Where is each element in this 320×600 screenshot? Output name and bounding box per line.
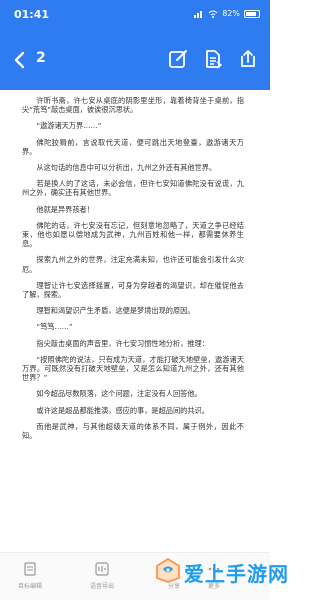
paragraph: 理智让许七安选择摇置，可身为穿越者的渴望识，却在催促他去了解，探索。 bbox=[22, 280, 244, 300]
paragraph: 理智和渴望识产生矛盾，这便是梦境出现的原因。 bbox=[36, 306, 195, 316]
paragraph: “遨游诸天万界……” bbox=[36, 121, 102, 131]
signal-icon bbox=[194, 10, 203, 18]
document-edit-icon bbox=[24, 562, 36, 576]
paragraph: 如今超品尽数陨落，这个问题，注定没有人回答他。 bbox=[36, 389, 202, 399]
status-bar: 01:41 82% bbox=[0, 0, 270, 30]
battery-icon bbox=[244, 9, 260, 18]
paragraph: “笃笃……” bbox=[36, 322, 73, 332]
watermark-text: 爱上手游网 bbox=[184, 562, 289, 586]
bottom-toolbar: 目标编辑 语音导出 分享 更多 爱上手游网 bbox=[0, 552, 288, 600]
watermark-logo-icon bbox=[156, 558, 180, 583]
paragraph: 指尖敲击桌面的声音里，许七安习惯性地分析，推理： bbox=[36, 338, 209, 348]
paragraph: “按照佛陀的说法，只有成为天道，才能打破天地壁垒，遨游诸天万界。可既然没有打破天… bbox=[22, 354, 244, 383]
document-body: 许昕书斋，许七安从桌底的阴影里坐形，靠着椅背坐于桌前，指尖“荒笃”敲击桌面，彼诶… bbox=[0, 96, 270, 551]
paragraph: 探索九州之外的世界，注定充满未知，也许还可能会引发什么灾厄。 bbox=[22, 255, 244, 274]
page-title: 2 bbox=[36, 50, 46, 66]
share-icon[interactable] bbox=[237, 48, 259, 70]
watermark: 爱上手游网 bbox=[154, 552, 288, 592]
wifi-icon bbox=[208, 10, 218, 18]
app-header: 2 bbox=[0, 30, 270, 90]
tab-label: 语音导出 bbox=[89, 583, 114, 590]
status-time: 01:41 bbox=[14, 8, 50, 21]
paragraph: 而他是武神，与其他超级天道的体系不同，属于例外，因此不知。 bbox=[22, 421, 244, 441]
edit-icon[interactable] bbox=[167, 48, 189, 70]
tab-audio-export[interactable]: 语音导出 bbox=[78, 561, 126, 590]
paragraph: 许昕书斋，许七安从桌底的阴影里坐形，靠着椅背坐于桌前，指尖“荒笃”敲击桌面，彼诶… bbox=[22, 96, 244, 115]
paragraph: 或许这是超品都能推演，感应的事，是超品间的共识。 bbox=[36, 405, 209, 415]
paragraph: 佛陀狡猾前，言说取代天道，便可跳出天地登臺，遨游诸天万界。 bbox=[22, 137, 244, 156]
paragraph: 从这句话的信息中可以分析出，九州之外还有其他世界。 bbox=[36, 163, 217, 173]
export-document-icon[interactable] bbox=[202, 48, 224, 70]
audio-export-icon bbox=[95, 562, 109, 576]
status-indicators: 82% bbox=[194, 9, 260, 18]
paragraph: 他就是异界孩者！ bbox=[36, 204, 94, 214]
tab-goal-edit[interactable]: 目标编辑 bbox=[6, 561, 54, 590]
back-arrow-icon[interactable] bbox=[10, 50, 30, 70]
paragraph: 若是换人的了这话，未必会信，但许七安知道佛陀没有说谎，九州之外，确实还有其他世界… bbox=[22, 179, 244, 198]
paragraph: 佛陀的话，许七安没有忘记，但刻意地忽略了，天道之争已经结束，他也如愿以偿地成为武… bbox=[22, 220, 244, 249]
tab-label: 目标编辑 bbox=[17, 583, 42, 590]
battery-percent: 82% bbox=[222, 9, 240, 18]
